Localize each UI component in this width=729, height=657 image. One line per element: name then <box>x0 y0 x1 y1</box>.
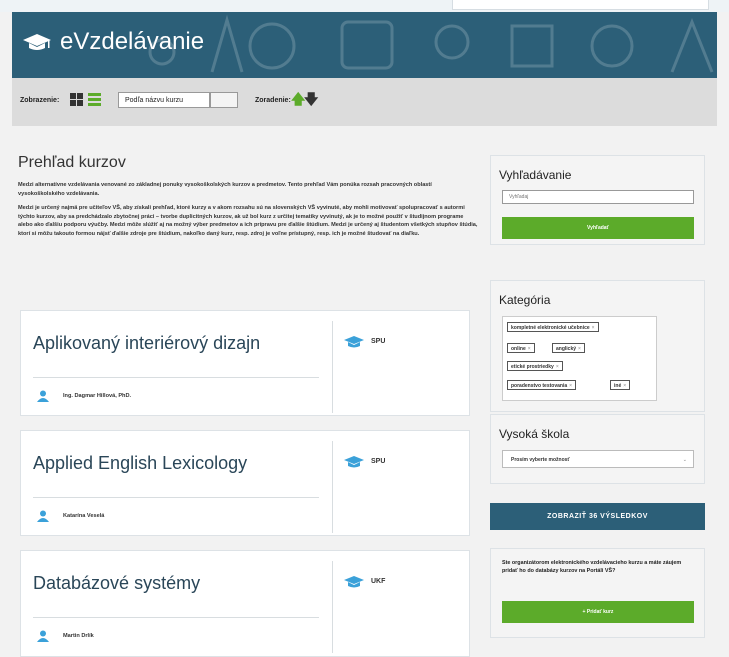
graduation-cap-icon <box>344 336 364 348</box>
category-tag[interactable]: kompletné elektronické učebnice × <box>507 322 599 332</box>
course-author: Ing. Dagmar Hillová, PhD. <box>63 393 132 399</box>
course-card[interactable]: Databázové systémy Martin Drlík UKF <box>20 550 470 657</box>
course-title[interactable]: Aplikovaný interiérový dizajn <box>33 333 260 354</box>
course-card[interactable]: Aplikovaný interiérový dizajn Ing. Dagma… <box>20 310 470 416</box>
promo-text: Ste organizátorom elektronického vzdeláv… <box>502 560 682 574</box>
tag-label: poradenstvo testovania <box>511 383 568 389</box>
add-course-label: Pridať kurz <box>586 609 614 615</box>
card-divider <box>33 497 319 498</box>
logo[interactable]: eVzdelávanie <box>22 28 204 56</box>
tag-label: iné <box>614 383 622 389</box>
search-input[interactable] <box>502 190 694 204</box>
chevron-down-icon: ⌄ <box>682 457 687 463</box>
card-vertical-divider <box>332 561 333 653</box>
site-header: eVzdelávanie <box>12 12 717 78</box>
remove-tag-icon[interactable]: × <box>556 364 559 370</box>
graduation-cap-icon <box>344 456 364 468</box>
add-course-button[interactable]: + Pridať kurz <box>502 601 694 623</box>
remove-tag-icon[interactable]: × <box>592 325 595 331</box>
page-title: Prehľad kurzov <box>18 154 126 171</box>
person-icon <box>37 510 49 522</box>
remove-tag-icon[interactable]: × <box>569 383 572 389</box>
list-view-icon[interactable] <box>88 93 101 106</box>
card-vertical-divider <box>332 441 333 533</box>
category-tag[interactable]: poradenstvo testovania × <box>507 380 577 390</box>
tag-label: online <box>511 346 526 352</box>
show-results-button[interactable]: ZOBRAZIŤ 36 VÝSLEDKOV <box>490 503 705 530</box>
sort-select[interactable]: Podľa názvu kurzu <box>118 92 210 108</box>
category-tag[interactable]: etické prostriedky × <box>507 361 563 371</box>
category-tag[interactable]: anglický × <box>552 343 585 353</box>
view-label: Zobrazenie: <box>20 97 60 104</box>
card-divider <box>33 617 319 618</box>
person-icon <box>37 630 49 642</box>
tag-label: etické prostriedky <box>511 364 554 370</box>
course-author: Martin Drlík <box>63 633 94 639</box>
course-school: SPU <box>371 458 386 465</box>
app-title: eVzdelávanie <box>60 28 205 55</box>
grid-view-icon[interactable] <box>70 93 83 106</box>
sort-select-button[interactable] <box>210 92 238 108</box>
remove-tag-icon[interactable]: × <box>578 346 581 352</box>
person-icon <box>37 390 49 402</box>
intro-paragraph-2: Medzi je určený najmä pre učiteľov VŠ, a… <box>18 205 478 237</box>
sort-descending-icon[interactable]: 🡇 <box>304 92 318 106</box>
course-school: SPU <box>371 338 386 345</box>
search-heading: Vyhľadávanie <box>499 168 572 182</box>
course-card[interactable]: Applied English Lexicology Katarína Vese… <box>20 430 470 536</box>
category-tag[interactable]: iné × <box>610 380 631 390</box>
toolbar: Zobrazenie: Podľa názvu kurzu Zoradenie:… <box>12 78 717 126</box>
course-title[interactable]: Applied English Lexicology <box>33 453 247 474</box>
search-button[interactable]: Vyhľadať <box>502 217 694 239</box>
graduation-cap-icon <box>344 576 364 588</box>
tag-label: anglický <box>556 346 577 352</box>
intro-paragraph-1: Medzi alternatívne vzdelávania venované … <box>18 182 432 197</box>
top-search-box[interactable] <box>452 0 709 10</box>
course-title[interactable]: Databázové systémy <box>33 573 200 594</box>
remove-tag-icon[interactable]: × <box>623 383 626 389</box>
category-tag[interactable]: online × <box>507 343 535 353</box>
school-select[interactable]: Prosím vyberte možnosť ⌄ <box>502 450 694 468</box>
tag-label: kompletné elektronické učebnice <box>511 325 590 331</box>
course-author: Katarína Veselá <box>63 513 105 519</box>
course-school: UKF <box>371 578 386 585</box>
category-heading: Kategória <box>499 293 551 307</box>
school-select-value: Prosím vyberte možnosť <box>511 457 570 463</box>
card-vertical-divider <box>332 321 333 413</box>
graduation-cap-icon <box>23 34 51 50</box>
school-heading: Vysoká škola <box>499 427 570 441</box>
sort-label: Zoradenie: <box>255 97 291 104</box>
remove-tag-icon[interactable]: × <box>528 346 531 352</box>
card-divider <box>33 377 319 378</box>
intro-text: Medzi alternatívne vzdelávania venované … <box>18 181 478 244</box>
school-panel: Vysoká škola <box>490 414 705 484</box>
